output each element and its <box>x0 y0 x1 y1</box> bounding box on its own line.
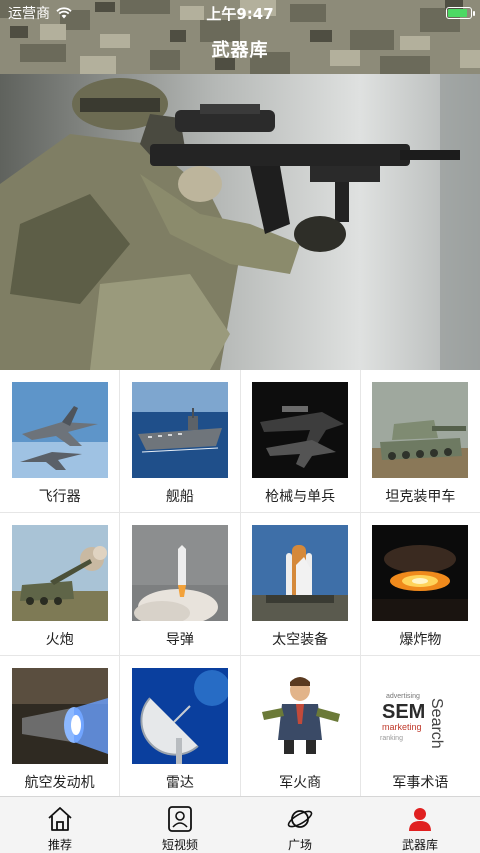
svg-text:ranking: ranking <box>380 735 403 742</box>
missile-photo <box>131 525 228 621</box>
category-firearms[interactable]: 枪械与单兵 <box>240 370 360 512</box>
tab-label: 武器库 <box>401 838 438 852</box>
tab-arsenal[interactable]: 武器库 <box>360 797 480 853</box>
category-aircraft[interactable]: 飞行器 <box>0 370 120 512</box>
svg-text:Search: Search <box>428 698 445 749</box>
tab-label: 广场 <box>287 838 312 852</box>
arms-dealer-illustration <box>252 668 349 764</box>
status-time: 上午9:47 <box>206 4 274 23</box>
battery-icon <box>446 7 475 19</box>
category-label: 军事术语 <box>392 775 449 791</box>
jet-engine-photo <box>11 668 108 764</box>
tab-square[interactable]: 广场 <box>240 797 360 853</box>
category-label: 航空发动机 <box>24 775 95 791</box>
status-bar: 运营商 上午9:47 <box>0 0 480 26</box>
category-ships[interactable]: 舰船 <box>120 370 240 512</box>
svg-text:advertising: advertising <box>386 693 420 700</box>
page-title: 武器库 <box>211 40 269 61</box>
battery-fill <box>448 9 467 17</box>
fighter-jet-photo <box>11 382 108 478</box>
category-label: 雷达 <box>165 775 194 791</box>
word-cloud-image: SEM marketing Search advertising ranking <box>372 668 469 764</box>
category-label: 火炮 <box>45 632 74 648</box>
category-arms-dealers[interactable]: 军火商 <box>240 656 360 798</box>
category-military-terms[interactable]: SEM marketing Search advertising ranking… <box>360 656 480 798</box>
category-space[interactable]: 太空装备 <box>240 513 360 655</box>
category-radar[interactable]: 雷达 <box>120 656 240 798</box>
category-label: 坦克装甲车 <box>385 489 456 505</box>
rifle-photo <box>252 382 349 478</box>
video-user-icon <box>168 806 192 832</box>
category-label: 枪械与单兵 <box>265 489 336 505</box>
category-label: 舰船 <box>165 489 194 505</box>
tank-photo <box>372 382 469 478</box>
category-label: 爆炸物 <box>399 632 442 648</box>
aircraft-carrier-photo <box>131 382 228 478</box>
category-missiles[interactable]: 导弹 <box>120 513 240 655</box>
weapon-category-grid: 飞行器 舰船 枪械与单兵 坦克装甲车 火炮 导弹 太空装备 爆炸物 航空发动机 … <box>0 370 480 798</box>
category-label: 导弹 <box>165 632 194 648</box>
tab-label: 短视频 <box>161 838 198 852</box>
soldier-photo <box>0 74 480 370</box>
category-artillery[interactable]: 火炮 <box>0 513 120 655</box>
planet-icon <box>287 810 313 828</box>
category-aero-engines[interactable]: 航空发动机 <box>0 656 120 798</box>
category-tanks[interactable]: 坦克装甲车 <box>360 370 480 512</box>
space-shuttle-photo <box>252 525 349 621</box>
tab-label: 推荐 <box>47 838 72 852</box>
explosion-photo <box>372 525 469 621</box>
category-explosives[interactable]: 爆炸物 <box>360 513 480 655</box>
tab-recommend[interactable]: 推荐 <box>0 797 120 853</box>
category-label: 军火商 <box>279 775 322 791</box>
category-label: 飞行器 <box>38 489 81 505</box>
user-profile-icon <box>409 808 431 831</box>
header: 运营商 上午9:47 武器库 <box>0 0 480 74</box>
hero-banner[interactable] <box>0 74 480 370</box>
svg-text:marketing: marketing <box>382 722 422 732</box>
tab-bar: 推荐 短视频 广场 武器库 <box>0 796 480 853</box>
tab-short-video[interactable]: 短视频 <box>120 797 240 853</box>
category-label: 太空装备 <box>272 632 329 648</box>
home-icon <box>48 807 72 831</box>
svg-text:SEM: SEM <box>382 701 425 723</box>
radar-dish-photo <box>131 668 228 764</box>
artillery-photo <box>11 525 108 621</box>
